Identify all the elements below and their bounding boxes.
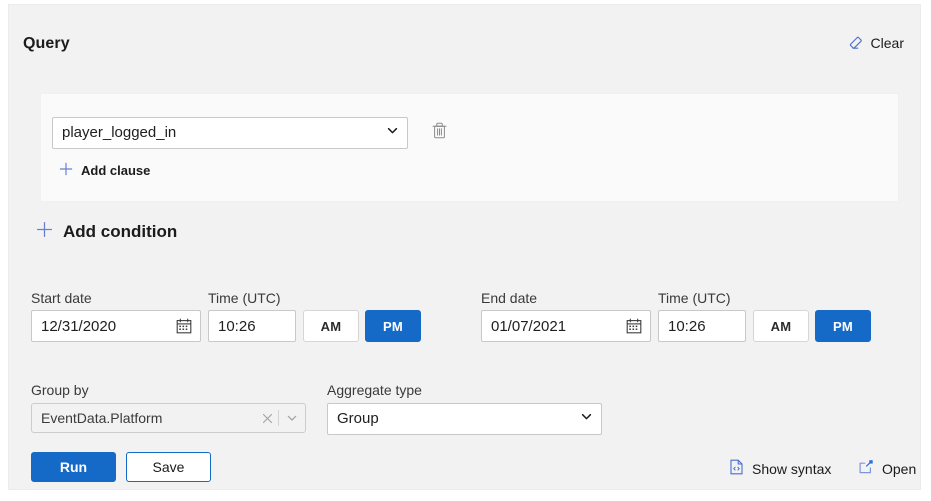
show-syntax-button[interactable]: Show syntax [729,459,831,478]
code-file-icon [729,459,744,478]
event-select[interactable]: player_logged_in [52,117,408,149]
start-date-label: Start date [31,290,92,306]
page-title: Query [23,35,70,52]
open-button[interactable]: Open [858,459,916,478]
delete-clause-button[interactable] [430,122,448,144]
add-clause-label: Add clause [81,163,151,178]
end-time-input[interactable] [658,310,746,342]
group-by-select[interactable]: EventData.Platform [31,403,306,433]
clause-panel: player_logged_in Add clause [40,93,899,202]
aggregate-type-label: Aggregate type [327,382,422,398]
run-button[interactable]: Run [31,452,116,482]
add-condition-label: Add condition [63,222,178,241]
end-pm-button[interactable]: PM [815,310,871,342]
clear-button[interactable]: Clear [848,35,904,51]
add-condition-button[interactable]: Add condition [36,221,177,243]
trash-icon [432,122,447,144]
start-am-button[interactable]: AM [303,310,359,342]
plus-icon [36,221,53,243]
start-pm-button[interactable]: PM [365,310,421,342]
start-time-label: Time (UTC) [208,290,281,306]
chevron-down-icon[interactable] [279,412,305,424]
open-external-icon [858,459,874,478]
show-syntax-label: Show syntax [752,460,832,477]
close-icon[interactable] [256,413,278,424]
start-calendar-icon[interactable] [176,318,192,334]
start-time-input[interactable] [208,310,296,342]
group-by-value: EventData.Platform [41,410,163,426]
open-label: Open [882,460,917,477]
add-clause-button[interactable]: Add clause [59,162,150,179]
event-select-wrap: player_logged_in [52,117,408,149]
end-date-label: End date [481,290,538,306]
clear-label: Clear [870,35,904,51]
end-am-button[interactable]: AM [753,310,809,342]
card-header: Query Clear [9,5,920,67]
aggregate-select-wrap: Group [327,403,602,435]
aggregate-type-select[interactable]: Group [327,403,602,435]
eraser-icon [848,35,864,51]
end-time-label: Time (UTC) [658,290,731,306]
save-button[interactable]: Save [126,452,211,482]
query-card: Query Clear player_logged_in Add clause … [8,4,921,490]
group-by-label: Group by [31,382,89,398]
end-calendar-icon[interactable] [626,318,642,334]
plus-icon [59,162,73,179]
clause-row: player_logged_in [52,117,448,149]
